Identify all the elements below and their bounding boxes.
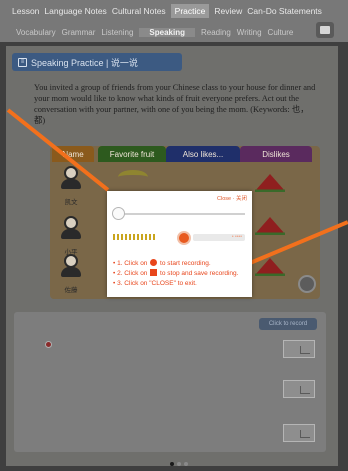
- level-bar: [153, 234, 155, 240]
- audio-thumbnail[interactable]: [283, 380, 315, 398]
- level-bar: [137, 234, 139, 240]
- character-name: 佐藤: [64, 287, 78, 294]
- instruction-steps: • 1. Click on to start recording. • 2. Cl…: [113, 259, 238, 289]
- level-bar: [125, 234, 127, 240]
- subtab-listening[interactable]: Listening: [101, 28, 133, 37]
- watermelon-icon: [255, 174, 285, 192]
- banana-icon: [118, 170, 148, 184]
- subtab-writing[interactable]: Writing: [237, 28, 262, 37]
- tab-practice[interactable]: Practice: [170, 4, 210, 18]
- header-favorite: Favorite fruit: [98, 146, 166, 162]
- tab-can-do-statements[interactable]: Can-Do Statements: [247, 6, 322, 16]
- subtab-reading[interactable]: Reading: [201, 28, 231, 37]
- level-bar: [149, 234, 151, 240]
- watermelon-icon: [255, 217, 285, 235]
- level-bar: [129, 234, 131, 240]
- record-button[interactable]: Click to record: [259, 318, 317, 330]
- slider-knob[interactable]: [112, 207, 125, 220]
- playback-slider[interactable]: [121, 213, 245, 215]
- close-button[interactable]: Close · 关闭: [217, 194, 247, 202]
- level-bar: [133, 234, 135, 240]
- subtab-speaking[interactable]: Speaking: [139, 27, 195, 37]
- audio-thumbnail[interactable]: [283, 340, 315, 358]
- instruction-step: • 1. Click on to start recording.: [113, 259, 211, 267]
- header-dislikes: Dislikes: [240, 146, 312, 162]
- menu-button[interactable]: [316, 22, 334, 38]
- main-tabs: Lesson Language Notes Cultural Notes Practi…: [0, 0, 348, 22]
- recording-bar: • ••••: [113, 231, 246, 245]
- instruction-text: You invited a group of friends from your…: [34, 83, 316, 125]
- subtab-grammar[interactable]: Grammar: [62, 28, 96, 37]
- section-title: ≡ Speaking Practice | 说一说: [12, 53, 182, 71]
- tab-cultural-notes[interactable]: Cultural Notes: [112, 6, 166, 16]
- sub-tabs: Vocabulary Grammar Listening Speaking Readin…: [0, 24, 348, 40]
- character-name: 凯文: [64, 199, 78, 206]
- instruction-step: • 2. Click on to stop and save recording…: [113, 269, 239, 277]
- subtab-culture[interactable]: Culture: [268, 28, 294, 37]
- audio-thumbnail[interactable]: [283, 424, 315, 442]
- subtab-vocabulary[interactable]: Vocabulary: [16, 28, 56, 37]
- level-bar: [145, 234, 147, 240]
- record-icon[interactable]: [177, 231, 191, 245]
- page-indicator: [170, 462, 188, 466]
- record-circle-icon: [150, 259, 158, 266]
- volume-level: [113, 234, 177, 240]
- character-avatar: [58, 216, 84, 244]
- level-bar: [113, 234, 115, 240]
- tab-language-notes[interactable]: Language Notes: [44, 6, 106, 16]
- level-bar: [121, 234, 123, 240]
- tab-review[interactable]: Review: [214, 6, 242, 16]
- tab-lesson[interactable]: Lesson: [12, 6, 39, 16]
- header-also-likes: Also likes...: [166, 146, 240, 162]
- recording-panel: [14, 312, 326, 452]
- instruction-step: • 3. Click on "CLOSE" to exit.: [113, 280, 197, 287]
- round-action-button[interactable]: [298, 275, 316, 293]
- character-avatar: [58, 254, 84, 282]
- recorder-dialog: Close · 关闭 • •••• • 1. Click on to start…: [107, 191, 252, 297]
- level-bar: [141, 234, 143, 240]
- level-bar: [117, 234, 119, 240]
- stop-square-icon: [150, 269, 158, 276]
- recording-track: • ••••: [193, 234, 245, 241]
- record-dot-icon[interactable]: [45, 341, 52, 348]
- document-icon: ≡: [18, 57, 27, 67]
- section-title-text: Speaking Practice | 说一说: [31, 57, 138, 68]
